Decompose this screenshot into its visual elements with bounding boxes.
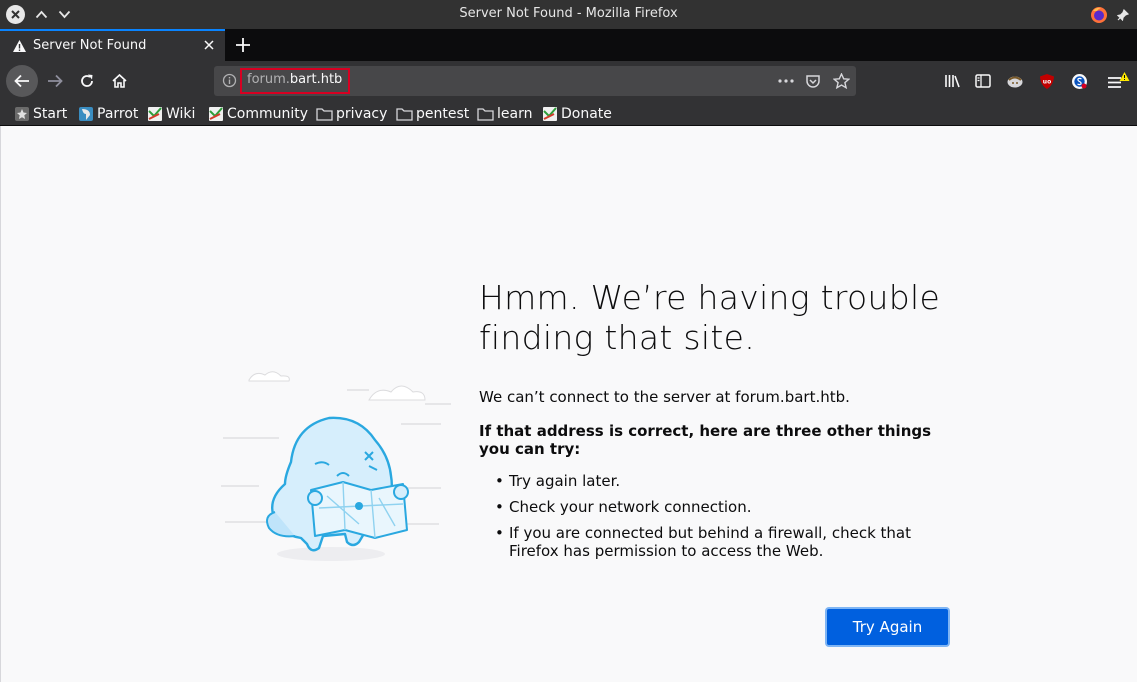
new-tab-icon[interactable] — [232, 34, 254, 56]
page-content: Hmm. We’re having trouble finding that s… — [0, 126, 1137, 682]
bookmark-donate[interactable]: Donate — [542, 104, 612, 123]
extension-button-1[interactable] — [1000, 66, 1030, 96]
pocket-button[interactable] — [804, 72, 822, 90]
tab-label: Server Not Found — [33, 38, 147, 53]
home-icon — [111, 73, 127, 88]
svg-text:uo: uo — [1043, 78, 1051, 85]
bookmark-label: Donate — [561, 105, 612, 122]
lost-creature-illustration — [221, 371, 451, 561]
url-domain: bart.htb — [289, 72, 343, 87]
folder-icon — [477, 107, 494, 121]
folder-icon — [396, 107, 413, 121]
list-item: Try again later. — [495, 472, 935, 490]
info-icon[interactable] — [222, 73, 237, 88]
bookmark-wiki[interactable]: Wiki — [147, 104, 195, 123]
forward-button[interactable] — [40, 66, 70, 96]
pin-icon[interactable] — [1113, 5, 1132, 24]
url-text[interactable]: forum.bart.htb — [247, 72, 342, 87]
folder-icon — [316, 107, 333, 121]
error-suggestions-heading: If that address is correct, here are thr… — [479, 422, 932, 458]
bookmark-label: Community — [227, 105, 309, 122]
menu-button[interactable] — [1103, 66, 1133, 96]
library-button[interactable] — [937, 66, 967, 96]
try-again-button[interactable]: Try Again — [827, 609, 948, 645]
library-icon — [944, 75, 960, 88]
bookmark-folder-pentest[interactable]: pentest — [396, 104, 469, 123]
bookmark-folder-learn[interactable]: learn — [477, 104, 532, 123]
window-title: Server Not Found - Mozilla Firefox — [459, 6, 678, 21]
community-icon — [209, 106, 223, 121]
arrow-right-icon — [48, 74, 63, 88]
extension-button-2[interactable] — [1064, 66, 1094, 96]
bookmark-label: learn — [497, 105, 533, 122]
url-subdomain: forum. — [247, 72, 290, 87]
bookmark-start[interactable]: Start — [14, 104, 67, 123]
bookmark-folder-privacy[interactable]: privacy — [316, 104, 387, 123]
star-icon — [15, 106, 29, 121]
firefox-logo-icon — [1089, 5, 1108, 24]
extension-s-icon — [1071, 73, 1087, 89]
reload-icon — [81, 74, 93, 87]
bookmark-label: Parrot — [97, 105, 139, 122]
error-description: We can’t connect to the server at forum.… — [479, 388, 850, 406]
tab-close-icon[interactable] — [201, 37, 217, 53]
tab-server-not-found[interactable]: Server Not Found — [0, 29, 225, 61]
ublock-icon: uo — [1040, 73, 1054, 89]
sidebar-button[interactable] — [968, 66, 998, 96]
bookmark-star-button[interactable] — [832, 72, 850, 90]
donate-icon — [543, 106, 557, 121]
star-outline-icon — [832, 73, 850, 89]
bookmark-label: pentest — [416, 105, 470, 122]
home-button[interactable] — [104, 66, 134, 96]
ublock-button[interactable]: uo — [1032, 66, 1062, 96]
warning-icon — [13, 40, 26, 52]
bookmark-label: privacy — [336, 105, 388, 122]
cookie-extension-icon — [1007, 76, 1023, 88]
bookmark-label: Start — [33, 105, 68, 122]
back-button[interactable] — [6, 65, 38, 97]
more-dots-icon — [778, 79, 794, 83]
arrow-left-icon — [14, 74, 29, 88]
bookmarks-toolbar: Start Parrot Wiki Community privacy pent… — [0, 101, 1137, 126]
url-bar[interactable]: forum.bart.htb — [214, 66, 856, 96]
hamburger-menu-icon — [1108, 72, 1130, 88]
list-item: If you are connected but behind a firewa… — [495, 524, 935, 560]
bookmark-label: Wiki — [166, 105, 196, 122]
page-actions-button[interactable] — [777, 72, 795, 90]
bookmark-community[interactable]: Community — [208, 104, 308, 123]
bookmark-parrot[interactable]: Parrot — [78, 104, 138, 123]
error-title: Hmm. We’re having trouble finding that s… — [479, 278, 941, 357]
sidebar-icon — [975, 74, 991, 88]
navigation-toolbar: forum.bart.htb uo — [0, 61, 1137, 101]
window-titlebar: Server Not Found - Mozilla Firefox — [0, 0, 1137, 29]
reload-button[interactable] — [72, 66, 102, 96]
pocket-icon — [806, 74, 820, 88]
list-item: Check your network connection. — [495, 498, 935, 516]
parrot-icon — [79, 106, 93, 121]
error-suggestions-list: Try again later. Check your network conn… — [495, 472, 935, 568]
wiki-icon — [148, 106, 162, 121]
tab-strip: Server Not Found — [0, 29, 1137, 61]
